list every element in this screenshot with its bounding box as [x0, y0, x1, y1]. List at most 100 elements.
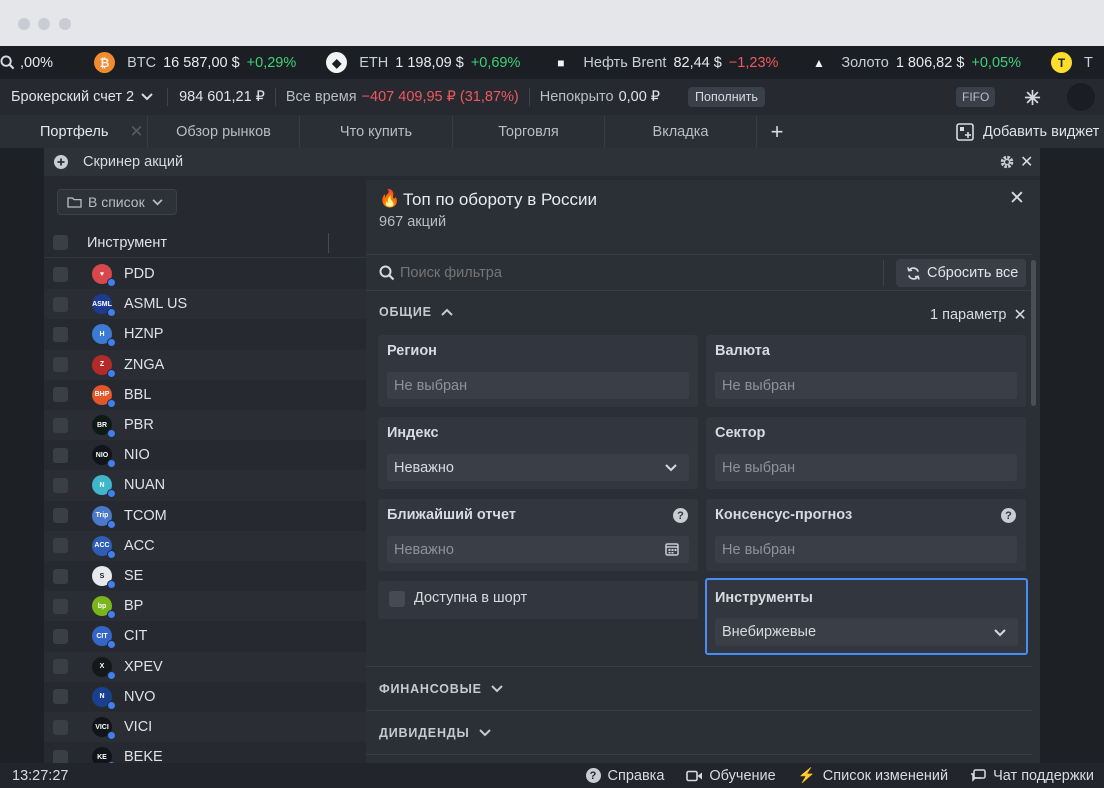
instruments-select[interactable]: Внебиржевые: [715, 618, 1018, 646]
region-select[interactable]: Не выбран: [387, 372, 689, 399]
row-checkbox[interactable]: [53, 538, 68, 554]
sector-select[interactable]: Не выбран: [715, 454, 1017, 481]
help-icon[interactable]: ?: [673, 508, 688, 523]
learning-label: Обучение: [709, 767, 776, 784]
reset-all-button[interactable]: Сбросить все: [896, 259, 1026, 287]
period-label[interactable]: Все время: [286, 89, 357, 105]
account-selector[interactable]: Брокерский счет 2: [11, 89, 153, 105]
row-checkbox[interactable]: [53, 387, 68, 403]
table-row[interactable]: NIO NIO: [44, 440, 366, 471]
learning-link[interactable]: Обучение: [686, 767, 776, 784]
tab-trading[interactable]: Торговля: [453, 115, 605, 148]
row-checkbox[interactable]: [53, 326, 68, 342]
table-row[interactable]: VICI VICI: [44, 712, 366, 743]
section-financial-toggle[interactable]: ФИНАНСОВЫЕ: [379, 682, 503, 696]
snowflake-icon[interactable]: [1024, 89, 1041, 106]
tinkoff-icon: T: [1050, 52, 1072, 73]
topup-button[interactable]: Пополнить: [688, 87, 765, 107]
row-checkbox[interactable]: [53, 568, 68, 584]
window-close-dot[interactable]: [18, 18, 30, 30]
tab-custom[interactable]: Вкладка: [605, 115, 757, 148]
row-checkbox[interactable]: [53, 508, 68, 524]
table-row[interactable]: BHP BBL: [44, 379, 366, 410]
search-icon[interactable]: [0, 46, 15, 79]
table-row[interactable]: ♥ PDD: [44, 259, 366, 290]
instrument-ticker: VICI: [124, 719, 153, 736]
support-chat-link[interactable]: Чат поддержки: [970, 768, 1094, 784]
window-zoom-dot[interactable]: [59, 18, 71, 30]
row-checkbox[interactable]: [53, 357, 68, 373]
table-row[interactable]: Trip TCOM: [44, 500, 366, 531]
consensus-value: Не выбран: [722, 541, 796, 558]
table-row[interactable]: ACC ACC: [44, 530, 366, 561]
logo-mark: Trip: [95, 512, 109, 520]
avatar[interactable]: [1067, 83, 1095, 111]
ticker-item[interactable]: ▲ Золото 1 806,82 $ +0,05%: [808, 46, 1021, 79]
clear-params-icon[interactable]: ✕: [1013, 305, 1026, 325]
table-row[interactable]: Z ZNGA: [44, 349, 366, 380]
help-icon[interactable]: ?: [1001, 508, 1016, 523]
ticker-item-partial[interactable]: ,00%: [20, 46, 60, 79]
panel-scrollbar[interactable]: [1031, 260, 1036, 406]
table-row[interactable]: H HZNP: [44, 319, 366, 350]
row-checkbox[interactable]: [53, 296, 68, 312]
window-minimize-dot[interactable]: [38, 18, 50, 30]
help-link[interactable]: ? Справка: [585, 768, 664, 784]
row-checkbox[interactable]: [53, 598, 68, 614]
select-all-checkbox[interactable]: [53, 235, 68, 250]
row-checkbox[interactable]: [53, 266, 68, 282]
add-widget-button[interactable]: Добавить виджет: [956, 115, 1099, 148]
ticker-item[interactable]: ◆ ETH 1 198,09 $ +0,69%: [326, 46, 520, 79]
instrument-ticker: PDD: [124, 266, 155, 283]
row-checkbox[interactable]: [53, 417, 68, 433]
table-row[interactable]: BR PBR: [44, 410, 366, 441]
tab-what-to-buy[interactable]: Что купить: [300, 115, 453, 148]
row-checkbox[interactable]: [53, 689, 68, 705]
row-checkbox[interactable]: [53, 719, 68, 735]
filter-card-instruments: Инструменты Внебиржевые: [705, 578, 1028, 655]
filter-label: Ближайший отчет: [387, 507, 516, 523]
filter-card-short[interactable]: Доступна в шорт: [378, 581, 698, 619]
report-date-picker[interactable]: Неважно: [387, 536, 689, 563]
table-row[interactable]: X XPEV: [44, 651, 366, 682]
tab-portfolio[interactable]: Портфель ✕: [0, 115, 148, 148]
ticker-item-tail[interactable]: T T: [1050, 46, 1100, 79]
add-tab-button[interactable]: +: [757, 119, 797, 145]
close-icon[interactable]: ✕: [1020, 152, 1033, 172]
close-icon[interactable]: ✕: [129, 122, 143, 142]
row-checkbox[interactable]: [53, 447, 68, 463]
filter-search-input[interactable]: [400, 261, 870, 285]
column-instrument[interactable]: Инструмент: [87, 235, 167, 251]
column-resizer[interactable]: [328, 233, 329, 253]
row-checkbox[interactable]: [53, 749, 68, 763]
table-row[interactable]: ASML ASML US: [44, 289, 366, 320]
add-to-list-button[interactable]: В список: [57, 189, 177, 215]
tab-label: Что купить: [339, 123, 413, 140]
tab-market-overview[interactable]: Обзор рынков: [148, 115, 300, 148]
divider: [274, 88, 276, 106]
row-checkbox[interactable]: [53, 628, 68, 644]
fifo-button[interactable]: FIFO: [956, 87, 996, 107]
ticker-item[interactable]: ₿ BTC 16 587,00 $ +0,29%: [94, 46, 296, 79]
gear-icon[interactable]: [1000, 155, 1014, 169]
section-dividends-toggle[interactable]: ДИВИДЕНДЫ: [379, 726, 491, 740]
logo-mark: KE: [97, 753, 107, 761]
table-row[interactable]: N NUAN: [44, 470, 366, 501]
changelog-link[interactable]: ⚡ Список изменений: [798, 767, 948, 785]
consensus-select[interactable]: Не выбран: [715, 536, 1017, 563]
table-row[interactable]: bp BP: [44, 591, 366, 622]
index-select[interactable]: Неважно: [387, 454, 689, 481]
table-header: Инструмент: [44, 228, 366, 258]
table-row[interactable]: S SE: [44, 561, 366, 592]
row-checkbox[interactable]: [53, 477, 68, 493]
close-icon[interactable]: ✕: [1009, 187, 1025, 210]
plus-circle-icon[interactable]: [54, 155, 68, 169]
row-checkbox[interactable]: [53, 659, 68, 675]
ticker-item[interactable]: ■ Нефть Brent 82,44 $ −1,23%: [550, 46, 778, 79]
currency-select[interactable]: Не выбран: [715, 372, 1017, 399]
table-row[interactable]: CIT CIT: [44, 621, 366, 652]
short-checkbox[interactable]: [389, 591, 405, 607]
section-general-toggle[interactable]: ОБЩИЕ: [379, 305, 453, 319]
table-row[interactable]: KE BEKE: [44, 742, 366, 763]
table-row[interactable]: N NVO: [44, 681, 366, 712]
